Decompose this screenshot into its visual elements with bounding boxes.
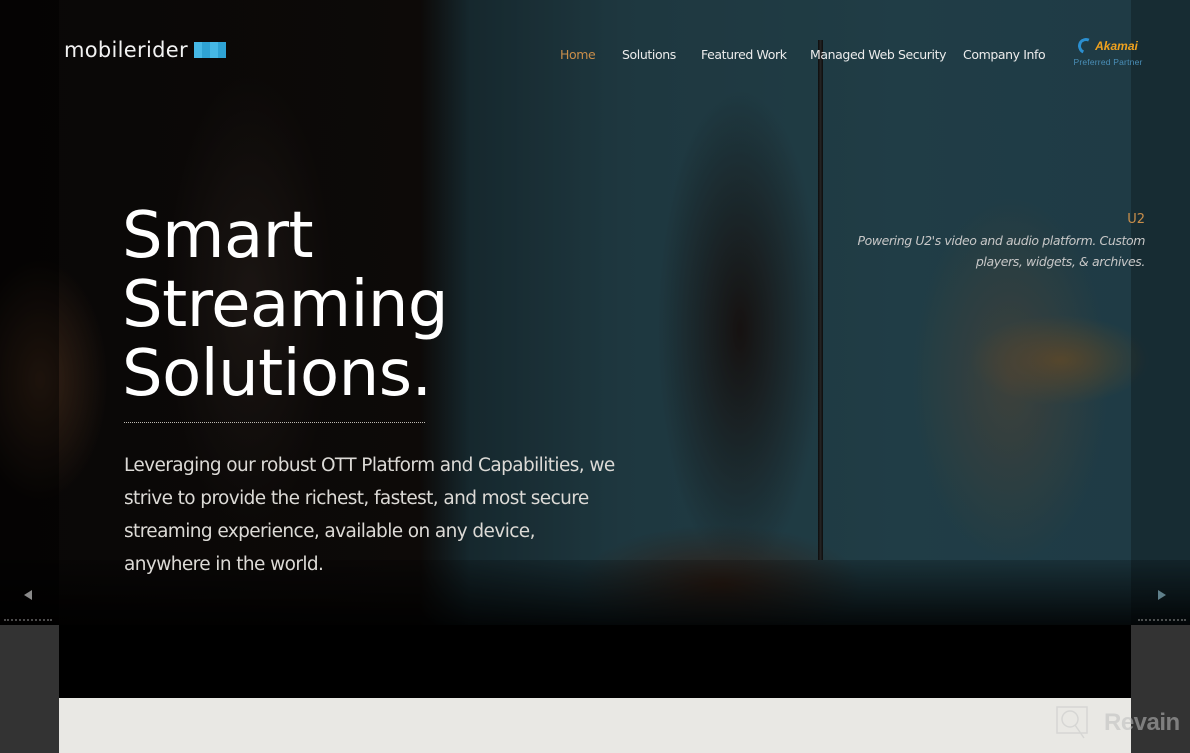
nav-featured-work[interactable]: Featured Work xyxy=(701,47,787,62)
triangle-right-icon xyxy=(1158,590,1166,600)
akamai-name: Akamai xyxy=(1095,39,1138,53)
triangle-left-icon xyxy=(24,590,32,600)
headline-line: Smart xyxy=(122,199,314,273)
akamai-partner-badge[interactable]: Akamai Preferred Partner xyxy=(1072,35,1144,67)
hero-headline: Smart Streaming Solutions. xyxy=(122,199,449,411)
magnifier-icon xyxy=(1056,706,1088,739)
slider-prev-underline xyxy=(4,619,52,621)
hero-bottom-band xyxy=(59,625,1131,698)
slider-next-underline xyxy=(1138,619,1186,621)
slider-side-overlay-left xyxy=(0,0,59,625)
slide-description: Powering U2's video and audio platform. … xyxy=(857,233,1145,269)
nav-solutions[interactable]: Solutions xyxy=(622,47,676,62)
nav-home[interactable]: Home xyxy=(560,47,596,62)
logo-text: mobilerider xyxy=(64,38,188,62)
hero-lead-text: Leveraging our robust OTT Platform and C… xyxy=(124,455,615,575)
content-section xyxy=(59,698,1131,753)
nav-managed-web-security[interactable]: Managed Web Security xyxy=(810,47,947,62)
slider-prev-button[interactable] xyxy=(22,588,34,602)
slider-next-button[interactable] xyxy=(1156,588,1168,602)
logo-mark-icon xyxy=(193,42,226,58)
nav-company-info[interactable]: Company Info xyxy=(963,47,1046,62)
headline-line: Streaming xyxy=(122,268,449,342)
revain-watermark: Revain xyxy=(1056,706,1180,740)
headline-divider xyxy=(124,422,425,423)
slider-side-overlay-right xyxy=(1131,0,1190,625)
headline-line: Solutions. xyxy=(122,337,432,411)
slide-caption: U2 Powering U2's video and audio platfor… xyxy=(845,212,1145,272)
logo[interactable]: mobilerider xyxy=(64,38,226,62)
watermark-text: Revain xyxy=(1104,709,1180,736)
slide-title: U2 xyxy=(1127,212,1145,227)
akamai-subtitle: Preferred Partner xyxy=(1073,57,1143,67)
akamai-swoosh-icon xyxy=(1075,35,1097,57)
